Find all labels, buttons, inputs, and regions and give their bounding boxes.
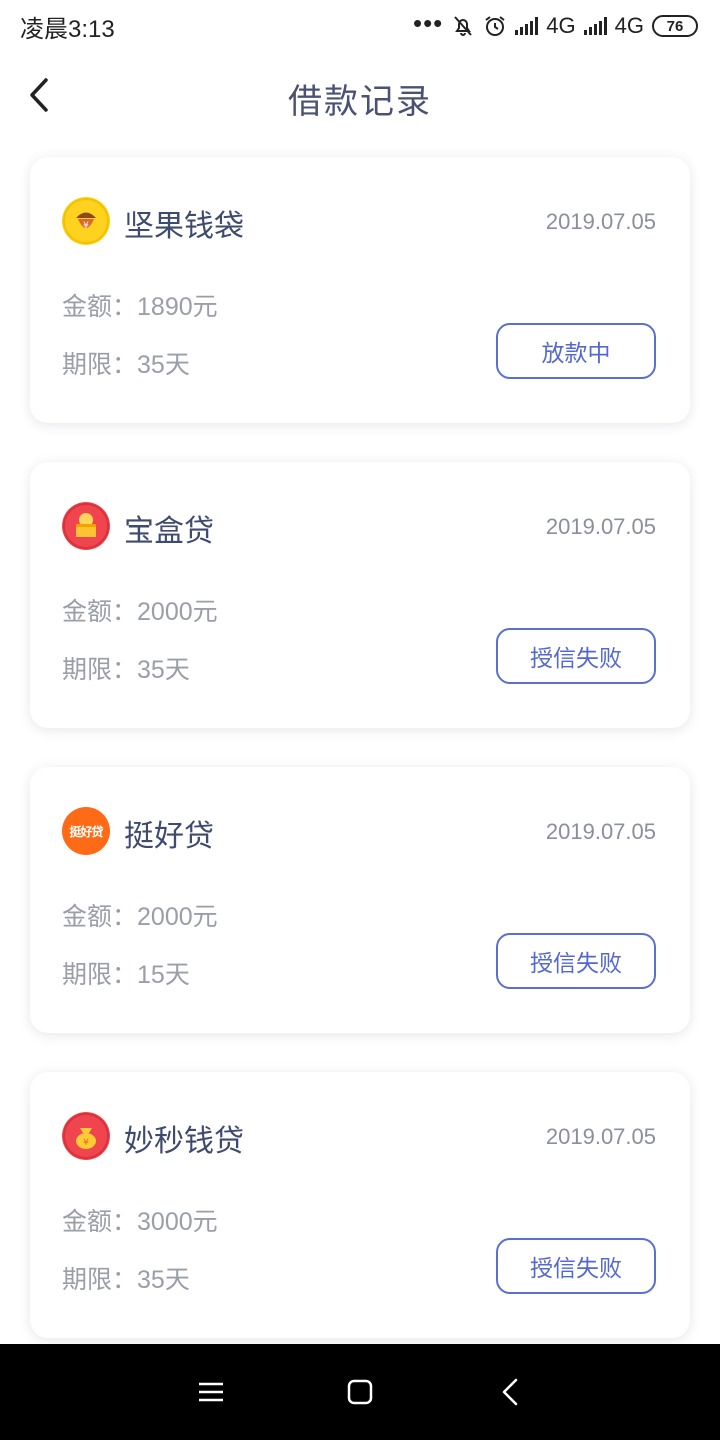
back-arrow-icon xyxy=(502,1378,518,1406)
signal-icon-2 xyxy=(583,17,607,35)
svg-text:¥: ¥ xyxy=(83,1138,89,1148)
page-title: 借款记录 xyxy=(288,82,432,122)
term-value: 35天 xyxy=(137,1266,190,1294)
loan-record-list: ¥ 坚果钱袋 2019.07.05 金额：1890元 期限：35天 放款中 宝盒… xyxy=(30,157,690,1377)
status-button[interactable]: 授信失败 xyxy=(496,1238,656,1294)
logo-text: 挺好贷 xyxy=(69,824,103,839)
term-row: 期限：35天 xyxy=(62,345,190,381)
battery-icon: 76 xyxy=(652,15,698,37)
money-bag-icon: ¥ xyxy=(62,1112,110,1160)
record-date: 2019.07.05 xyxy=(545,819,656,844)
term-value: 35天 xyxy=(137,656,190,684)
amount-row: 金额：1890元 xyxy=(62,287,218,323)
platform-name: 宝盒贷 xyxy=(124,514,214,549)
menu-button[interactable] xyxy=(193,1374,229,1410)
status-button[interactable]: 授信失败 xyxy=(496,933,656,989)
status-button[interactable]: 放款中 xyxy=(496,323,656,379)
term-value: 35天 xyxy=(137,351,190,379)
amount-row: 金额：2000元 xyxy=(62,592,218,628)
amount-value: 2000元 xyxy=(137,598,218,626)
more-dots-icon: ••• xyxy=(412,8,444,38)
alarm-icon xyxy=(485,16,505,36)
amount-label: 金额： xyxy=(62,292,138,321)
home-button[interactable] xyxy=(342,1374,378,1410)
amount-value: 1890元 xyxy=(137,293,218,321)
bell-muted-icon xyxy=(454,16,473,36)
record-date: 2019.07.05 xyxy=(545,209,656,234)
status-button[interactable]: 授信失败 xyxy=(496,628,656,684)
svg-text:¥: ¥ xyxy=(83,221,89,231)
term-value: 15天 xyxy=(137,961,190,989)
acorn-icon: ¥ xyxy=(62,197,110,245)
amount-label: 金额： xyxy=(62,1207,138,1236)
term-label: 期限： xyxy=(62,655,138,684)
amount-label: 金额： xyxy=(62,902,138,931)
term-label: 期限： xyxy=(62,1265,138,1294)
term-row: 期限：35天 xyxy=(62,1260,190,1296)
signal-icon xyxy=(515,17,539,35)
status-bar: 凌晨3:13 ••• 4G 4G 76 xyxy=(0,0,720,52)
menu-icon xyxy=(199,1382,223,1402)
term-label: 期限： xyxy=(62,350,138,379)
loan-record-card[interactable]: ¥ 坚果钱袋 2019.07.05 金额：1890元 期限：35天 放款中 xyxy=(30,157,690,423)
network-type-2: 4G xyxy=(614,13,644,38)
record-date: 2019.07.05 xyxy=(545,514,656,539)
tinghaodai-logo: 挺好贷 xyxy=(62,807,110,855)
amount-value: 3000元 xyxy=(137,1208,218,1236)
system-back-button[interactable] xyxy=(494,1374,530,1410)
status-icons: ••• 4G 4G 76 xyxy=(412,8,698,39)
status-time: 凌晨3:13 xyxy=(20,15,115,43)
record-date: 2019.07.05 xyxy=(545,1124,656,1149)
amount-label: 金额： xyxy=(62,597,138,626)
loan-record-card[interactable]: ¥ 妙秒钱贷 2019.07.05 金额：3000元 期限：35天 授信失败 xyxy=(30,1072,690,1338)
term-row: 期限：35天 xyxy=(62,650,190,686)
platform-name: 妙秒钱贷 xyxy=(124,1124,244,1159)
platform-name: 坚果钱袋 xyxy=(124,209,244,244)
loan-record-card[interactable]: 宝盒贷 2019.07.05 金额：2000元 期限：35天 授信失败 xyxy=(30,462,690,728)
system-nav-bar xyxy=(0,1344,720,1440)
amount-value: 2000元 xyxy=(137,903,218,931)
amount-row: 金额：3000元 xyxy=(62,1202,218,1238)
term-row: 期限：15天 xyxy=(62,955,190,991)
treasure-box-icon xyxy=(62,502,110,550)
loan-record-card[interactable]: 挺好贷 挺好贷 2019.07.05 金额：2000元 期限：15天 授信失败 xyxy=(30,767,690,1033)
home-square-icon xyxy=(347,1379,373,1405)
platform-name: 挺好贷 xyxy=(124,819,214,854)
nav-bar: 借款记录 xyxy=(0,60,720,132)
amount-row: 金额：2000元 xyxy=(62,897,218,933)
term-label: 期限： xyxy=(62,960,138,989)
network-type-1: 4G xyxy=(546,13,576,38)
